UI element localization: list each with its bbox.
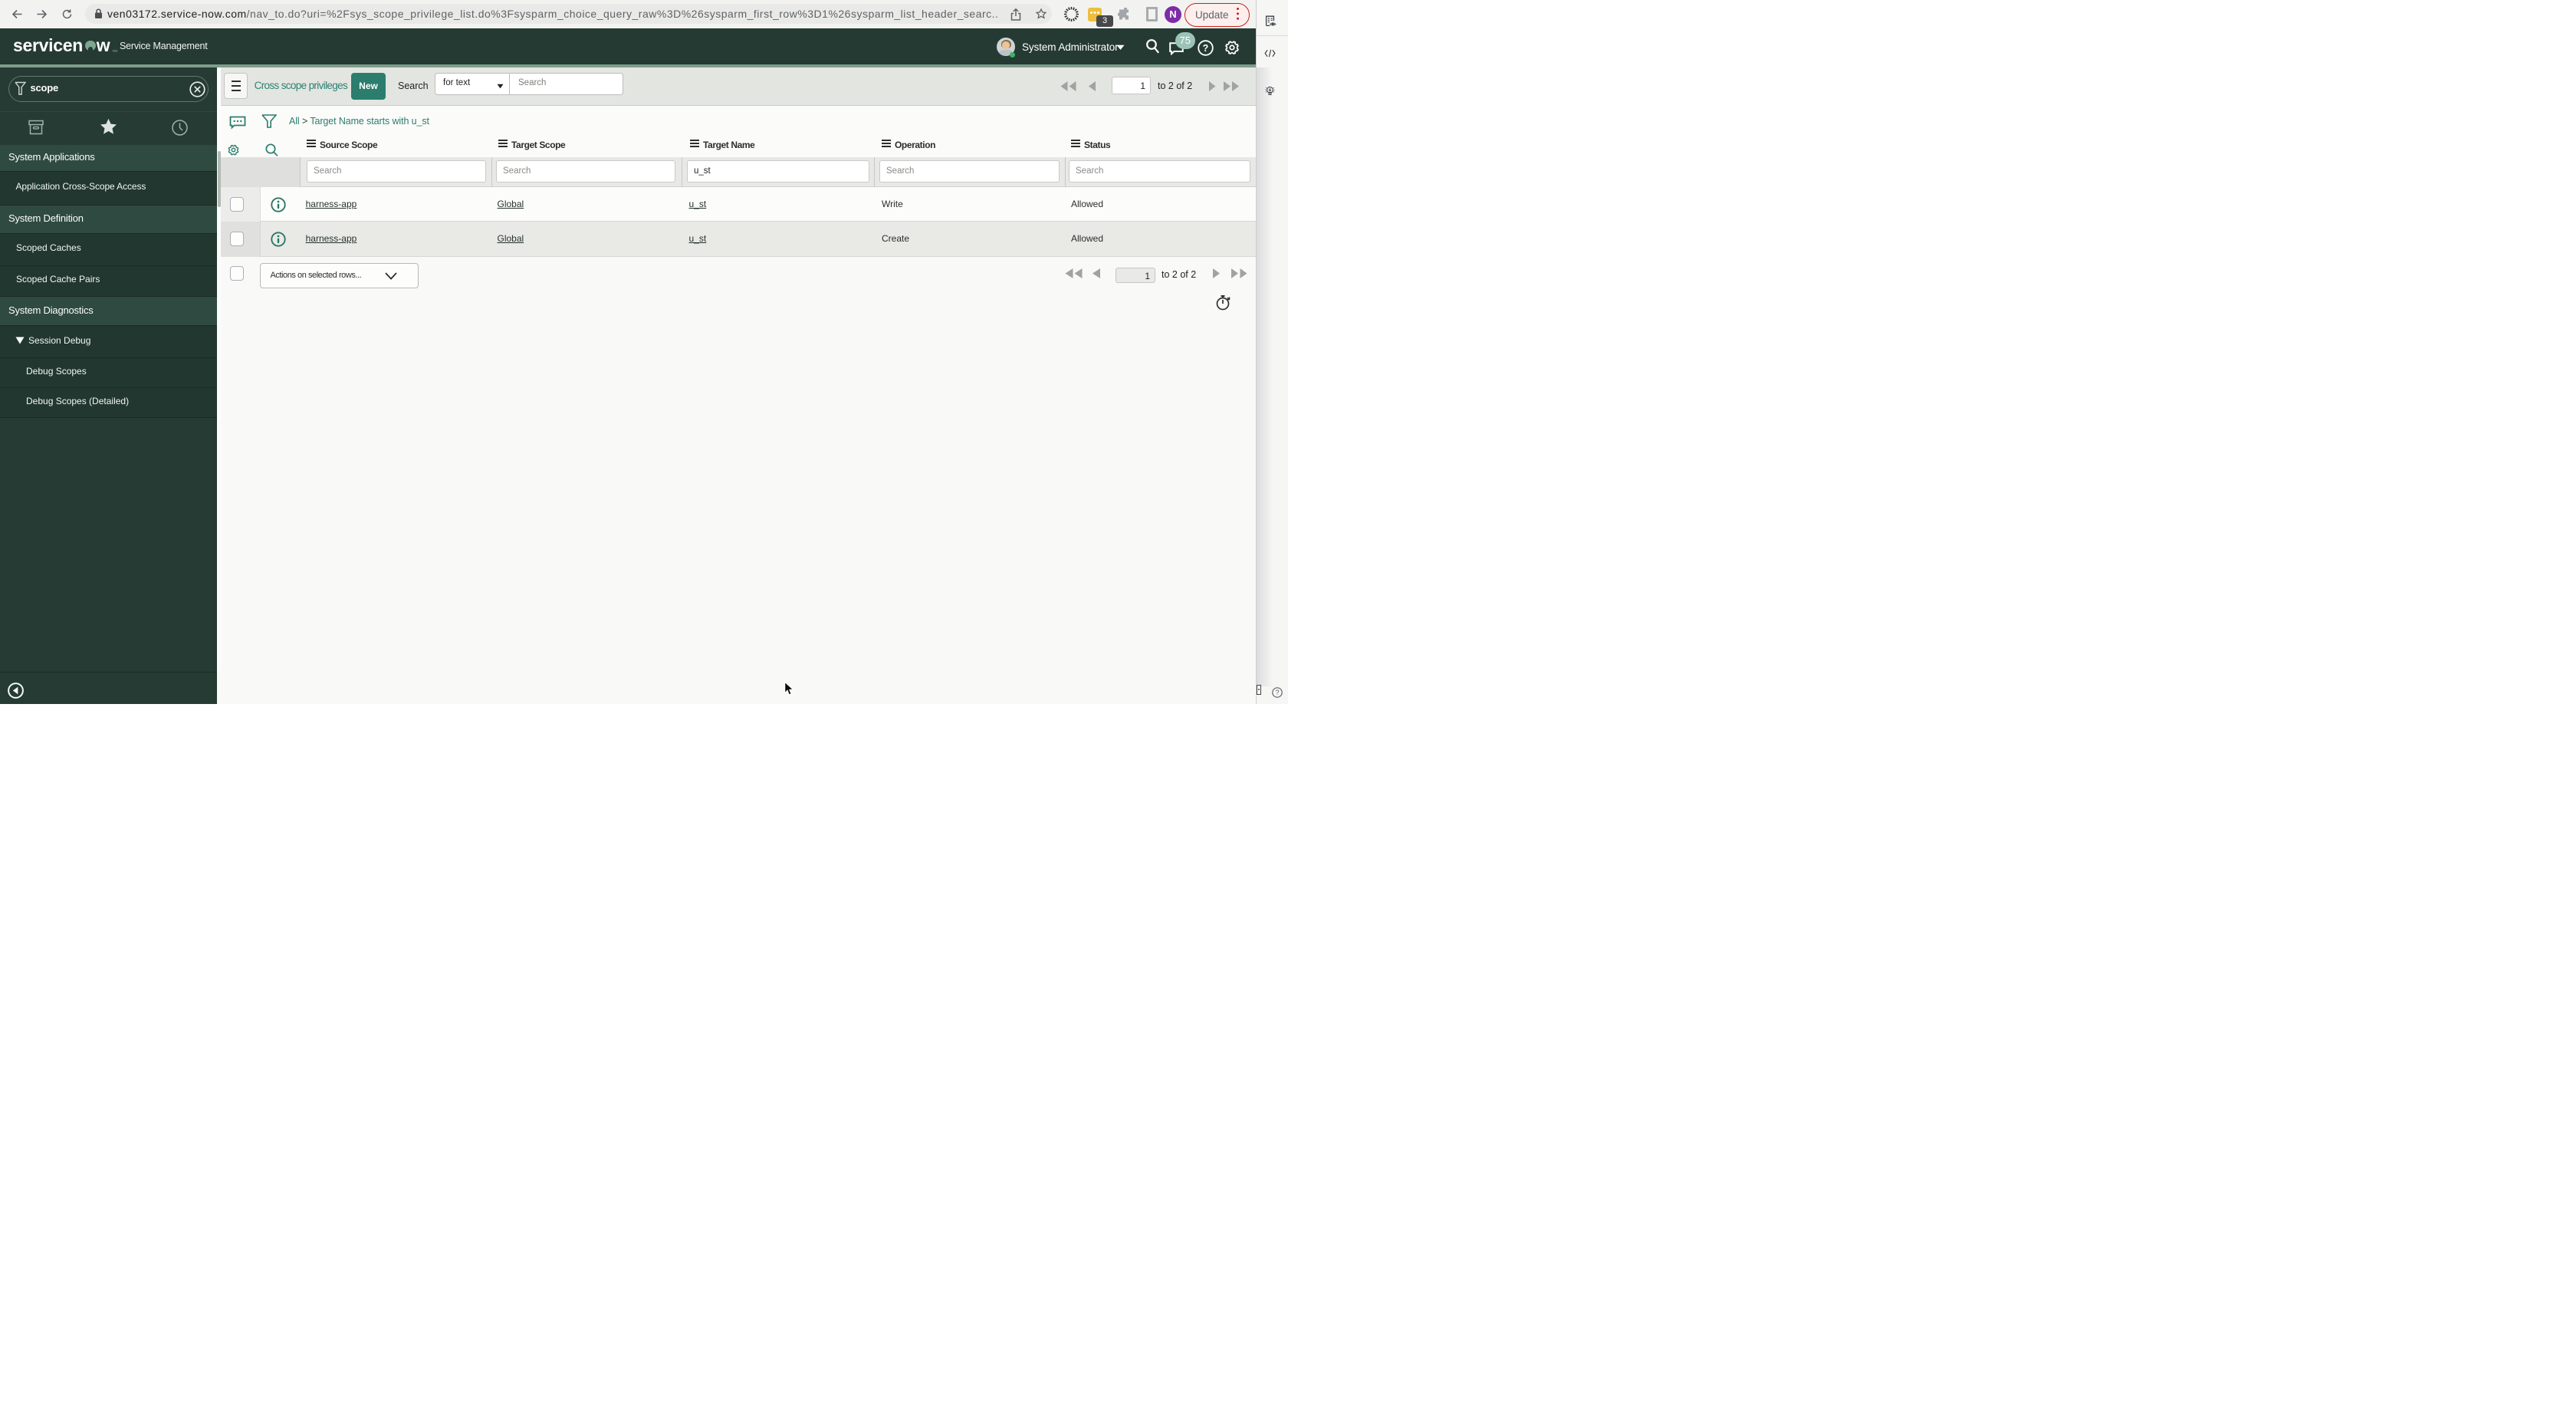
svg-text:?: ? (1275, 689, 1279, 696)
svg-text:?: ? (1203, 43, 1209, 54)
